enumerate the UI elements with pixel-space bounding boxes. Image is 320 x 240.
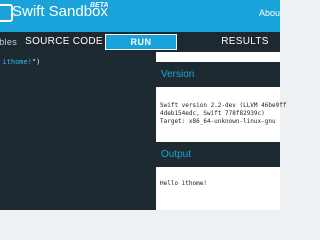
version-text: Swift version 2.2-dev (LLVM 46be9ff 4deb… <box>160 102 287 125</box>
code-text-end: ") <box>31 58 41 66</box>
output-heading: Output <box>161 149 192 160</box>
version-heading: Version <box>161 69 195 80</box>
run-button[interactable]: RUN <box>105 34 177 50</box>
beta-badge: BETA <box>90 2 109 9</box>
tab-source-code[interactable]: SOURCE CODE <box>24 32 104 52</box>
app-header: Swift Sandbox BETA Abou <box>0 0 280 32</box>
output-text: Hello ithome! <box>160 180 207 187</box>
code-string: o ithome! <box>2 58 32 66</box>
version-section-header: Version <box>156 62 280 87</box>
tab-results[interactable]: RESULTS <box>220 32 270 52</box>
code-editor[interactable]: o ithome!") <box>0 52 156 210</box>
output-section-header: Output <box>156 142 280 167</box>
code-line: o ithome!") <box>0 58 40 67</box>
results-panel: Version Swift version 2.2-dev (LLVM 46be… <box>156 52 286 210</box>
tab-examples[interactable]: ables <box>0 32 17 52</box>
about-link[interactable]: Abou <box>259 8 280 19</box>
tab-bar: ables SOURCE CODE RUN RESULTS <box>0 32 280 52</box>
